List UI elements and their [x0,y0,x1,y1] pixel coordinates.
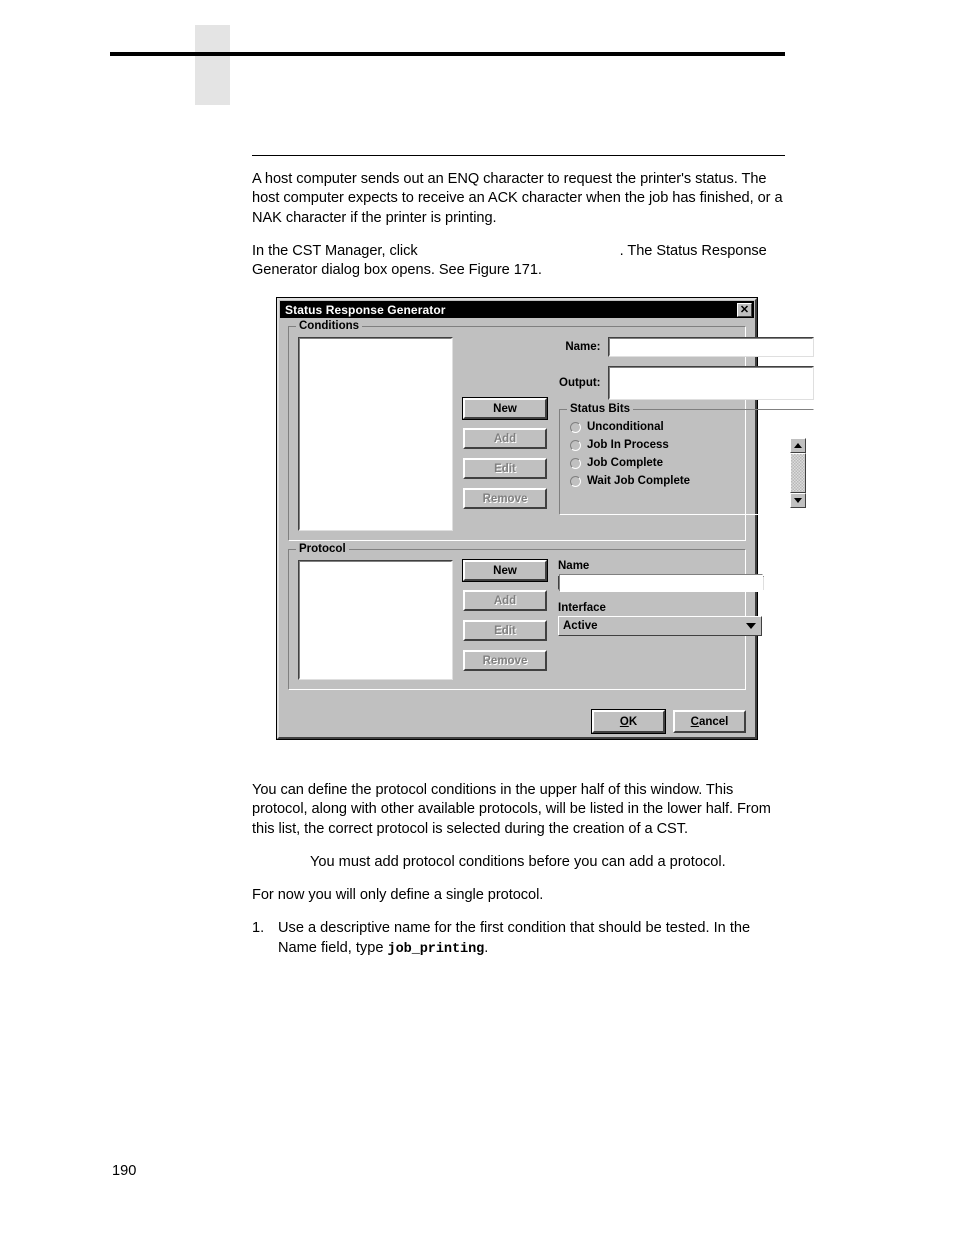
status-bit-option-wait-job-complete[interactable]: Wait Job Complete [570,475,807,487]
ok-accelerator: O [619,715,629,728]
dialog-body: Conditions New Add Edit Remove Name: Out… [279,319,814,706]
intro-text-column: A host computer sends out an ENQ charact… [252,155,785,294]
status-bit-option-unconditional[interactable]: Unconditional [570,421,807,433]
radio-icon [570,475,581,487]
conditions-remove-button[interactable]: Remove [463,488,547,509]
intro-paragraph-2-before: In the CST Manager, click [252,242,418,259]
step-code-literal: job_printing [387,941,485,957]
name-input-frame [607,337,814,357]
output-field-row: Output: [559,366,814,400]
ok-label-rest: K [628,715,638,728]
cancel-label-rest: ancel [698,715,729,728]
status-bits-groupbox: Status Bits Unconditional Job In Process [559,403,814,515]
conditions-new-button[interactable]: New [463,398,547,419]
header-chapter-block [195,25,230,105]
status-bit-label: Job In Process [587,439,669,451]
conditions-right-column: Name: Output: Status Bits Unconditional … [559,337,814,531]
status-bit-option-job-complete[interactable]: Job Complete [570,457,807,469]
conditions-add-button[interactable]: Add [463,428,547,449]
radio-icon [570,457,581,469]
protocol-name-label: Name [558,560,590,572]
radio-icon [570,439,581,451]
protocol-interface-value: Active [563,620,598,632]
step-text: Use a descriptive name for the first con… [278,919,785,959]
outro-paragraph-2: For now you will only define a single pr… [252,887,544,904]
name-input[interactable] [608,338,813,356]
protocol-legend: Protocol [296,543,349,555]
figure-status-response-generator: Status Response Generator ✕ Conditions N… [277,298,814,739]
conditions-button-column: New Add Edit Remove [463,398,547,531]
protocol-edit-button[interactable]: Edit [463,620,547,641]
close-icon[interactable]: ✕ [737,302,752,317]
scroll-down-arrow-icon[interactable] [789,493,806,508]
protocol-row: New Add Edit Remove Name Interface Activ… [298,560,764,680]
protocol-name-input-frame [558,574,764,592]
chevron-down-icon [746,623,756,629]
status-bit-label: Job Complete [587,457,664,469]
step-text-part-a: Use a descriptive name for the first con… [278,920,751,956]
conditions-edit-button[interactable]: Edit [463,458,547,479]
conditions-legend: Conditions [296,320,363,332]
protocol-groupbox: Protocol New Add Edit Remove Name Interf… [288,543,764,690]
outro-paragraph-1: You can define the protocol conditions i… [252,782,771,837]
status-bits-scrollbar[interactable] [789,438,806,508]
scrollbar-track[interactable] [789,453,806,493]
page-number: 190 [112,1163,137,1179]
protocol-name-input[interactable] [559,574,763,592]
scroll-up-arrow-icon[interactable] [789,438,806,453]
section-divider-rule [252,155,785,156]
protocol-add-button[interactable]: Add [463,590,547,611]
protocol-remove-button[interactable]: Remove [463,650,547,671]
protocol-new-button[interactable]: New [463,560,547,581]
intro-paragraph-2: In the CST Manager, click . The Status R… [252,242,785,281]
header-horizontal-rule [110,52,785,56]
dialog-title: Status Response Generator [285,302,446,317]
outro-note: You must add protocol conditions before … [310,853,726,870]
dialog-footer: OK Cancel [279,706,755,737]
name-label: Name: [565,341,601,353]
status-response-generator-dialog: Status Response Generator ✕ Conditions N… [277,298,814,739]
ok-button[interactable]: OK [592,710,665,733]
protocol-listbox-frame [298,560,453,680]
outro-text-column: You can define the protocol conditions i… [252,781,785,959]
protocol-right-column: Name Interface Active [558,560,764,680]
cancel-accelerator: C [690,715,699,728]
protocol-interface-select[interactable]: Active [558,616,762,636]
conditions-row: New Add Edit Remove Name: Output: Status… [298,337,814,531]
output-label: Output: [559,377,601,389]
numbered-step-1: 1. Use a descriptive name for the first … [252,919,785,959]
scrollbar-thumb[interactable] [789,453,806,493]
conditions-listbox-frame [298,337,453,531]
output-input[interactable] [608,367,813,399]
protocol-interface-label: Interface [558,602,606,614]
dialog-titlebar: Status Response Generator ✕ [280,301,754,318]
conditions-listbox[interactable] [299,338,452,530]
intro-paragraph-1: A host computer sends out an ENQ charact… [252,171,783,226]
step-text-part-b: . [484,939,489,956]
status-bits-legend: Status Bits [567,403,634,415]
protocol-button-column: New Add Edit Remove [463,560,547,680]
radio-icon [570,421,581,433]
protocol-listbox[interactable] [299,561,452,679]
cancel-button[interactable]: Cancel [673,710,746,733]
step-number: 1. [252,920,265,937]
status-bit-option-job-in-process[interactable]: Job In Process [570,439,807,451]
conditions-groupbox: Conditions New Add Edit Remove Name: Out… [288,320,814,541]
status-bit-label: Wait Job Complete [587,475,691,487]
output-input-frame [607,366,814,400]
name-field-row: Name: [559,337,814,357]
status-bit-label: Unconditional [587,421,664,433]
